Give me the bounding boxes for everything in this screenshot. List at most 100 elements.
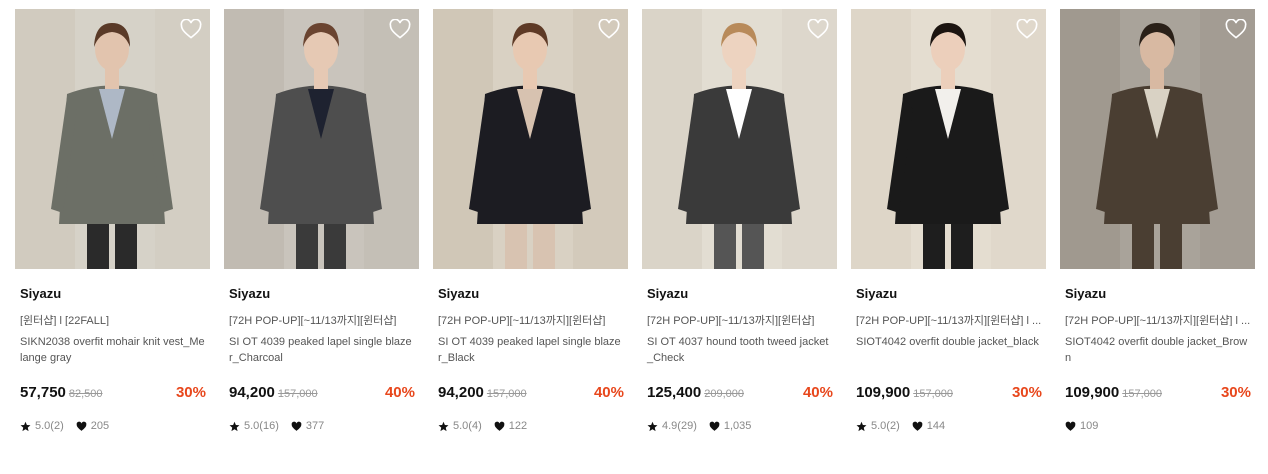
product-meta: 5.0(4) 122 xyxy=(433,419,628,433)
likes-count: 377 xyxy=(305,420,325,432)
discount-rate: 30% xyxy=(1220,384,1251,401)
likes-count: 205 xyxy=(90,420,110,432)
rating: 5.0(4) xyxy=(438,420,482,432)
product-image xyxy=(851,9,1046,269)
brand-name[interactable]: Siyazu xyxy=(1060,286,1255,302)
likes-count: 109 xyxy=(1080,420,1099,432)
likes-count: 122 xyxy=(508,420,528,432)
product-meta: 4.9(29) 1,035 xyxy=(642,419,837,433)
heart-icon xyxy=(291,421,302,432)
promo-tag: [윈터샵] l [22FALL] xyxy=(20,315,110,326)
rating: 5.0(16) xyxy=(229,420,279,432)
rating-value: 5.0(2) xyxy=(35,420,64,432)
product-meta: 5.0(2) 144 xyxy=(851,419,1046,433)
product-card[interactable]: Siyazu [72H POP-UP][~11/13까지][윈터샵] l ...… xyxy=(1060,9,1255,433)
brand-name[interactable]: Siyazu xyxy=(224,286,419,302)
sale-price: 109,900 xyxy=(1065,384,1120,401)
original-price: 157,000 xyxy=(1122,388,1162,400)
likes: 377 xyxy=(291,420,324,432)
product-grid: Siyazu [윈터샵] l [22FALL] SIKN2038 overfit… xyxy=(15,9,1255,433)
rating-value: 5.0(4) xyxy=(453,420,482,432)
discount-rate: 40% xyxy=(802,384,833,401)
product-image xyxy=(224,9,419,269)
heart-icon xyxy=(1065,421,1076,432)
star-icon xyxy=(20,421,31,432)
heart-icon xyxy=(912,421,923,432)
rating: 5.0(2) xyxy=(856,420,900,432)
wishlist-heart-icon[interactable] xyxy=(180,19,202,39)
product-image xyxy=(1060,9,1255,269)
product-card[interactable]: Siyazu [72H POP-UP][~11/13까지][윈터샵] SI OT… xyxy=(224,9,419,433)
original-price: 209,000 xyxy=(704,388,744,400)
promo-tag: [72H POP-UP][~11/13까지][윈터샵] l ... xyxy=(856,315,1042,326)
product-card[interactable]: Siyazu [72H POP-UP][~11/13까지][윈터샵] l ...… xyxy=(851,9,1046,433)
price-row: 94,200 157,000 40% xyxy=(224,384,419,404)
sale-price: 57,750 xyxy=(20,384,66,401)
sale-price: 125,400 xyxy=(647,384,702,401)
rating-value: 5.0(16) xyxy=(244,420,279,432)
brand-name[interactable]: Siyazu xyxy=(433,286,628,302)
price-row: 125,400 209,000 40% xyxy=(642,384,837,404)
wishlist-heart-icon[interactable] xyxy=(807,19,829,39)
promo-tag: [72H POP-UP][~11/13까지][윈터샵] xyxy=(438,315,606,326)
price-row: 109,900 157,000 30% xyxy=(851,384,1046,404)
discount-rate: 40% xyxy=(384,384,415,401)
product-photo[interactable] xyxy=(1060,9,1255,269)
price-row: 109,900 157,000 30% xyxy=(1060,384,1255,404)
heart-icon xyxy=(494,421,505,432)
product-meta: 5.0(16) 377 xyxy=(224,419,419,433)
product-name[interactable]: SIOT4042 overfit double jacket_black xyxy=(851,334,1046,366)
product-photo[interactable] xyxy=(851,9,1046,269)
discount-rate: 30% xyxy=(175,384,206,401)
wishlist-heart-icon[interactable] xyxy=(1016,19,1038,39)
product-name[interactable]: SI OT 4039 peaked lapel single blazer_Ch… xyxy=(224,334,419,366)
product-card[interactable]: Siyazu [윈터샵] l [22FALL] SIKN2038 overfit… xyxy=(15,9,210,433)
likes-count: 144 xyxy=(926,420,946,432)
rating-value: 4.9(29) xyxy=(662,420,697,432)
price-row: 94,200 157,000 40% xyxy=(433,384,628,404)
sale-price: 109,900 xyxy=(856,384,911,401)
promo-tag: [72H POP-UP][~11/13까지][윈터샵] xyxy=(647,315,815,326)
star-icon xyxy=(856,421,867,432)
star-icon xyxy=(229,421,240,432)
rating: 5.0(2) xyxy=(20,420,64,432)
product-meta: 5.0(2) 205 xyxy=(15,419,210,433)
product-photo[interactable] xyxy=(15,9,210,269)
product-card[interactable]: Siyazu [72H POP-UP][~11/13까지][윈터샵] SI OT… xyxy=(642,9,837,433)
product-name[interactable]: SI OT 4039 peaked lapel single blazer_Bl… xyxy=(433,334,628,366)
sale-price: 94,200 xyxy=(229,384,275,401)
product-photo[interactable] xyxy=(642,9,837,269)
wishlist-heart-icon[interactable] xyxy=(1225,19,1247,39)
star-icon xyxy=(647,421,658,432)
wishlist-heart-icon[interactable] xyxy=(389,19,411,39)
product-name[interactable]: SIOT4042 overfit double jacket_Brown xyxy=(1060,334,1255,366)
wishlist-heart-icon[interactable] xyxy=(598,19,620,39)
discount-rate: 30% xyxy=(1011,384,1042,401)
product-card[interactable]: Siyazu [72H POP-UP][~11/13까지][윈터샵] SI OT… xyxy=(433,9,628,433)
likes: 109 xyxy=(1065,420,1098,432)
product-photo[interactable] xyxy=(224,9,419,269)
product-image xyxy=(642,9,837,269)
product-image xyxy=(15,9,210,269)
product-name[interactable]: SIKN2038 overfit mohair knit vest_Melang… xyxy=(15,334,210,366)
promo-tag: [72H POP-UP][~11/13까지][윈터샵] l ... xyxy=(1065,315,1251,326)
brand-name[interactable]: Siyazu xyxy=(15,286,210,302)
product-meta: 109 xyxy=(1060,419,1255,433)
sale-price: 94,200 xyxy=(438,384,484,401)
likes: 122 xyxy=(494,420,527,432)
price-row: 57,750 82,500 30% xyxy=(15,384,210,404)
promo-tag: [72H POP-UP][~11/13까지][윈터샵] xyxy=(229,315,397,326)
product-photo[interactable] xyxy=(433,9,628,269)
product-image xyxy=(433,9,628,269)
rating-value: 5.0(2) xyxy=(871,420,900,432)
original-price: 157,000 xyxy=(913,388,953,400)
likes: 1,035 xyxy=(709,420,752,432)
brand-name[interactable]: Siyazu xyxy=(851,286,1046,302)
original-price: 82,500 xyxy=(68,388,103,400)
likes-count: 1,035 xyxy=(723,420,752,432)
product-name[interactable]: SI OT 4037 hound tooth tweed jacket_Chec… xyxy=(642,334,837,366)
brand-name[interactable]: Siyazu xyxy=(642,286,837,302)
likes: 205 xyxy=(76,420,109,432)
star-icon xyxy=(438,421,449,432)
original-price: 157,000 xyxy=(486,388,527,400)
